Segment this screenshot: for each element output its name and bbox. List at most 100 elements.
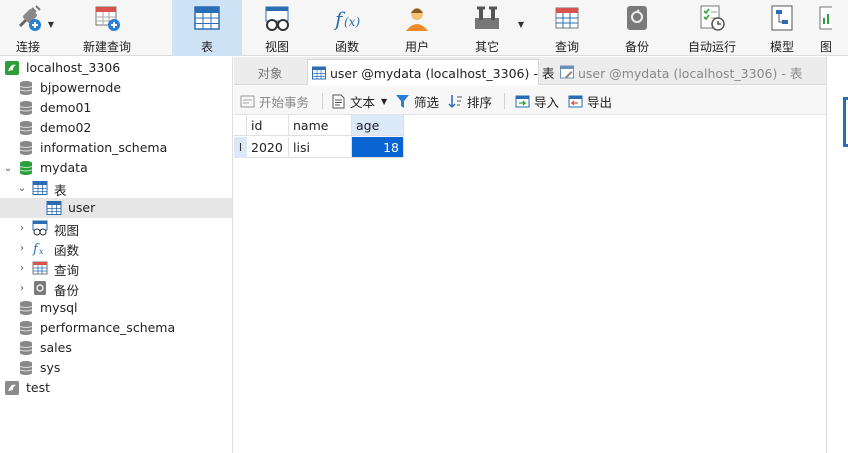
- column-header-id[interactable]: id: [247, 115, 289, 136]
- toolbar-label: 视图: [264, 40, 289, 54]
- filter-icon: [395, 94, 410, 109]
- import-button[interactable]: 导入: [515, 91, 559, 111]
- chart-icon: [818, 3, 832, 33]
- navigator-tree: localhost_3306 bjpowernode demo01 demo02…: [0, 57, 233, 453]
- database-icon: [18, 100, 34, 116]
- document-icon: [331, 94, 346, 109]
- tree-db-item[interactable]: mysql: [0, 298, 232, 318]
- chevron-right-icon[interactable]: ›: [17, 258, 27, 278]
- filter-button[interactable]: 筛选: [395, 91, 439, 111]
- tree-node-queries[interactable]: › 查询: [0, 258, 232, 278]
- table-cell-age[interactable]: 18: [352, 137, 404, 158]
- chevron-down-icon[interactable]: ⌄: [3, 158, 13, 178]
- tree-label: 函数: [54, 243, 80, 258]
- toolbar-auto-run-button[interactable]: 自动运行: [672, 0, 752, 56]
- cell-value: 2020: [251, 139, 283, 155]
- button-label: 排序: [467, 94, 493, 110]
- column-header-label: id: [251, 117, 263, 133]
- row-header-corner: [234, 115, 247, 136]
- table-cell-id[interactable]: 2020: [247, 137, 289, 158]
- tree-node-tables[interactable]: ⌄ 表: [0, 178, 232, 198]
- view-icon: [262, 3, 292, 33]
- column-header-name[interactable]: name: [289, 115, 352, 136]
- export-icon: [568, 94, 583, 109]
- chevron-right-icon[interactable]: ›: [17, 278, 27, 298]
- toolbar-model-button[interactable]: 模型: [752, 0, 812, 56]
- tab-objects[interactable]: 对象: [234, 59, 306, 85]
- table-cell-name[interactable]: lisi: [289, 137, 352, 158]
- toolbar-label: 新建查询: [82, 40, 131, 54]
- connection-icon: [4, 60, 20, 76]
- tree-node-views[interactable]: › 视图: [0, 218, 232, 238]
- database-icon: [18, 360, 34, 376]
- sort-button[interactable]: 排序: [448, 91, 492, 111]
- database-icon: [18, 120, 34, 136]
- tree-db-item[interactable]: demo02: [0, 118, 232, 138]
- tree-label: 查询: [54, 263, 80, 278]
- tree-node-functions[interactable]: › fx 函数: [0, 238, 232, 258]
- toolbar-label: 自动运行: [687, 40, 736, 54]
- connection-icon: [4, 380, 20, 396]
- text-view-button[interactable]: 文本 ▼: [331, 91, 387, 111]
- toolbar-table-button[interactable]: 表: [172, 0, 242, 56]
- chevron-down-icon[interactable]: ▼: [48, 20, 54, 29]
- table-design-icon: [560, 65, 574, 79]
- tab-label: user @mydata (localhost_3306) - 表: [578, 65, 803, 81]
- tab-user-table-active[interactable]: user @mydata (localhost_3306) - 表: [307, 59, 554, 85]
- import-icon: [515, 94, 530, 109]
- toolbar-chart-button[interactable]: 图: [812, 0, 832, 56]
- table-icon: [32, 180, 48, 196]
- toolbar-view-button[interactable]: 视图: [242, 0, 312, 56]
- schedule-icon: [697, 3, 727, 33]
- column-header-label: name: [293, 117, 329, 133]
- toolbar-other-button[interactable]: 其它 ▼: [452, 0, 532, 56]
- button-label: 文本: [350, 94, 376, 110]
- row-indicator[interactable]: I: [234, 137, 247, 158]
- toolbar-query-button[interactable]: 查询: [532, 0, 602, 56]
- chevron-down-icon[interactable]: ▼: [381, 97, 387, 106]
- query-icon: [32, 260, 48, 276]
- text-cursor-icon: I: [238, 141, 243, 154]
- tree-connection-localhost[interactable]: localhost_3306: [0, 58, 232, 78]
- sort-icon: [448, 94, 463, 109]
- tree-db-mydata[interactable]: ⌄ mydata: [0, 158, 232, 178]
- function-icon: f (x): [332, 3, 362, 33]
- tree-db-item[interactable]: sales: [0, 338, 232, 358]
- tree-db-item[interactable]: performance_schema: [0, 318, 232, 338]
- new-query-icon: [92, 3, 122, 33]
- tree-label: demo02: [40, 120, 92, 135]
- toolbar-user-button[interactable]: 用户: [382, 0, 452, 56]
- tree-connection-test[interactable]: test: [0, 378, 232, 398]
- button-label: 导入: [534, 94, 560, 110]
- svg-text:x: x: [39, 247, 44, 256]
- tab-user-table-design[interactable]: user @mydata (localhost_3306) - 表: [554, 59, 828, 85]
- tree-label: sales: [40, 340, 72, 355]
- tree-label: user: [68, 200, 96, 215]
- toolbar-label: 其它: [474, 40, 499, 54]
- column-header-age[interactable]: age: [352, 115, 404, 136]
- tree-label: sys: [40, 360, 61, 375]
- tree-node-backups[interactable]: › 备份: [0, 278, 232, 298]
- toolbar-backup-button[interactable]: 备份: [602, 0, 672, 56]
- tree-db-item[interactable]: information_schema: [0, 138, 232, 158]
- chevron-down-icon[interactable]: ⌄: [17, 178, 27, 198]
- toolbar-function-button[interactable]: f (x) 函数: [312, 0, 382, 56]
- begin-transaction-button[interactable]: 开始事务: [240, 91, 309, 111]
- tree-db-item[interactable]: demo01: [0, 98, 232, 118]
- main-toolbar: 连接 ▼ 新建查询 表 视图 f (x) 函数 用户 其它 ▼ 查询 备份 自动…: [0, 0, 848, 56]
- toolbar-connect-button[interactable]: 连接 ▼: [0, 0, 56, 56]
- backup-icon: [622, 3, 652, 33]
- database-icon: [18, 80, 34, 96]
- chevron-right-icon[interactable]: ›: [17, 218, 27, 238]
- chevron-right-icon[interactable]: ›: [17, 238, 27, 258]
- tree-table-user[interactable]: user: [0, 198, 232, 218]
- column-header-label: age: [356, 117, 380, 133]
- tree-db-item[interactable]: bjpowernode: [0, 78, 232, 98]
- export-button[interactable]: 导出: [568, 91, 612, 111]
- chevron-down-icon[interactable]: ▼: [518, 20, 524, 29]
- tree-db-item[interactable]: sys: [0, 358, 232, 378]
- svg-text:(x): (x): [344, 15, 360, 29]
- toolbar-new-query-button[interactable]: 新建查询: [56, 0, 172, 56]
- toolbar-label: 查询: [554, 40, 579, 54]
- view-icon: [32, 220, 48, 236]
